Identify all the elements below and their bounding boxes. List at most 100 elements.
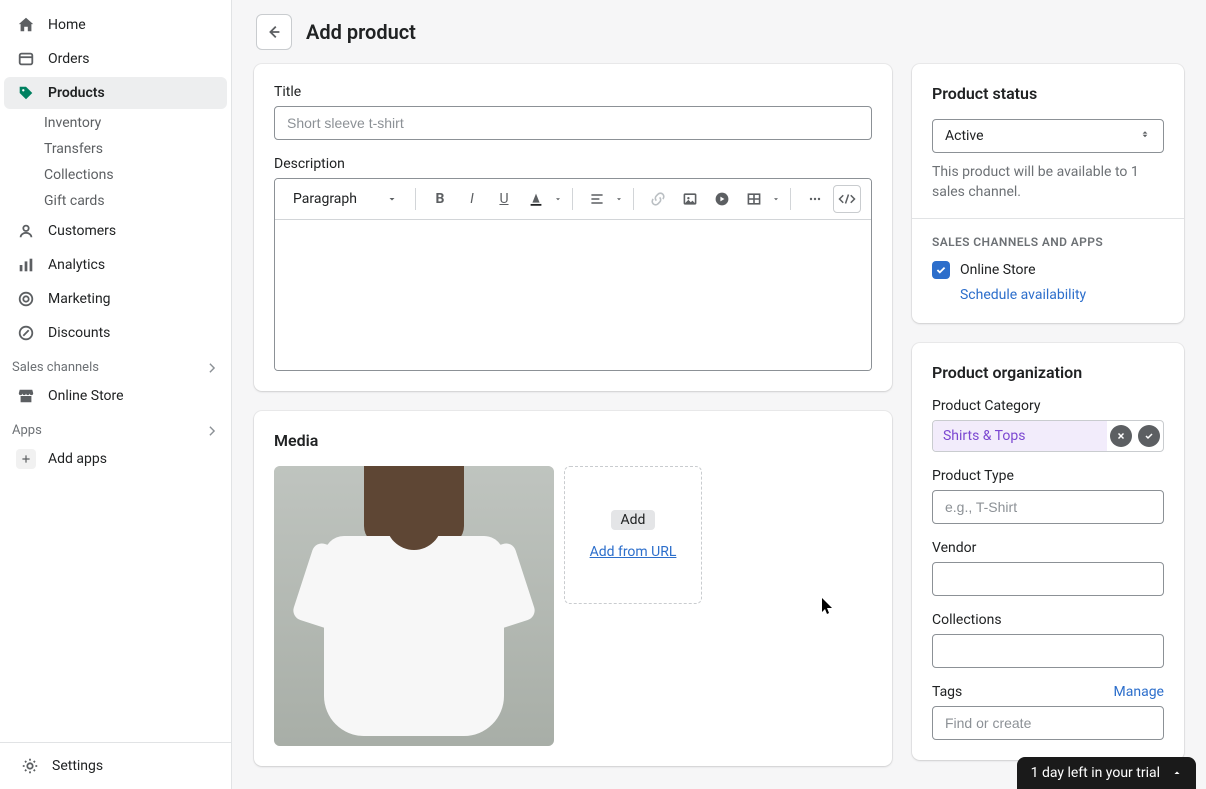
products-icon — [16, 83, 36, 103]
nav-products[interactable]: Products — [4, 77, 227, 109]
media-thumbnail[interactable] — [274, 466, 554, 746]
nav-gift-cards[interactable]: Gift cards — [0, 188, 231, 214]
title-input[interactable] — [274, 106, 872, 140]
vendor-input[interactable] — [932, 562, 1164, 596]
tags-input[interactable] — [932, 706, 1164, 740]
title-description-card: Title Description Paragraph — [254, 64, 892, 391]
nav-products-label: Products — [48, 85, 105, 101]
caret-down-icon — [387, 194, 397, 204]
product-type-input[interactable] — [932, 490, 1164, 524]
sales-channels-header[interactable]: Sales channels — [0, 350, 231, 379]
product-organization-card: Product organization Product Category Sh… — [912, 343, 1184, 760]
trial-text: 1 day left in your trial — [1031, 765, 1160, 781]
html-button[interactable] — [833, 185, 861, 213]
media-dropzone[interactable]: Add Add from URL — [564, 466, 702, 604]
underline-button[interactable]: U — [490, 185, 518, 213]
confirm-category-button[interactable] — [1138, 425, 1160, 447]
store-icon — [16, 386, 36, 406]
online-store-checkbox[interactable] — [932, 261, 950, 279]
video-button[interactable] — [708, 185, 736, 213]
analytics-icon — [16, 255, 36, 275]
nav-orders[interactable]: Orders — [4, 43, 227, 75]
nav-customers[interactable]: Customers — [4, 215, 227, 247]
caret-down-icon — [615, 195, 623, 203]
product-organization-heading: Product organization — [932, 363, 1164, 382]
back-button[interactable] — [256, 14, 292, 50]
category-value[interactable]: Shirts & Tops — [933, 421, 1107, 451]
nav-discounts[interactable]: Discounts — [4, 317, 227, 349]
collections-label: Collections — [932, 612, 1164, 628]
nav-marketing-label: Marketing — [48, 291, 111, 307]
trial-banner[interactable]: 1 day left in your trial — [1017, 757, 1196, 789]
discounts-icon — [16, 323, 36, 343]
gear-icon — [20, 756, 40, 776]
channels-subheading: SALES CHANNELS AND APPS — [932, 235, 1164, 249]
caret-up-icon — [1172, 768, 1182, 778]
manage-tags-link[interactable]: Manage — [1114, 684, 1164, 700]
nav-inventory[interactable]: Inventory — [0, 110, 231, 136]
nav-analytics[interactable]: Analytics — [4, 249, 227, 281]
marketing-icon — [16, 289, 36, 309]
more-button[interactable] — [801, 185, 829, 213]
caret-down-icon — [554, 195, 562, 203]
customers-icon — [16, 221, 36, 241]
nav-customers-label: Customers — [48, 223, 116, 239]
page-title: Add product — [306, 20, 416, 44]
bold-button[interactable]: B — [426, 185, 454, 213]
description-textarea[interactable] — [275, 220, 871, 370]
apps-header[interactable]: Apps — [0, 413, 231, 442]
product-status-heading: Product status — [932, 84, 1164, 103]
orders-icon — [16, 49, 36, 69]
vendor-label: Vendor — [932, 540, 1164, 556]
apps-label: Apps — [12, 423, 42, 438]
editor-toolbar: Paragraph B I U — [275, 179, 871, 220]
nav-settings-label: Settings — [52, 758, 103, 774]
select-caret-icon — [1139, 130, 1151, 142]
sales-channels-label: Sales channels — [12, 360, 99, 375]
media-heading: Media — [274, 431, 872, 450]
image-button[interactable] — [676, 185, 704, 213]
chevron-right-icon — [205, 424, 219, 438]
italic-button[interactable]: I — [458, 185, 486, 213]
nav-home[interactable]: Home — [4, 9, 227, 41]
nav-online-store[interactable]: Online Store — [4, 380, 227, 412]
clear-category-button[interactable] — [1110, 425, 1132, 447]
description-editor: Paragraph B I U — [274, 178, 872, 371]
link-button[interactable] — [644, 185, 672, 213]
nav-discounts-label: Discounts — [48, 325, 110, 341]
tags-label: Tags — [932, 684, 962, 700]
page-header: Add product — [254, 8, 1184, 64]
text-color-button[interactable] — [522, 185, 550, 213]
status-value: Active — [945, 128, 984, 144]
description-label: Description — [274, 156, 872, 172]
main-content: Add product Title Description P — [232, 0, 1206, 789]
nav-add-apps-label: Add apps — [48, 451, 107, 467]
media-card: Media Add — [254, 411, 892, 766]
product-status-card: Product status Active This product will … — [912, 64, 1184, 323]
status-select[interactable]: Active — [932, 119, 1164, 153]
nav-add-apps[interactable]: Add apps — [4, 443, 227, 475]
online-store-label: Online Store — [960, 262, 1036, 278]
nav-marketing[interactable]: Marketing — [4, 283, 227, 315]
add-from-url-link[interactable]: Add from URL — [590, 544, 677, 560]
plus-square-icon — [16, 449, 36, 469]
add-media-button[interactable]: Add — [611, 510, 656, 530]
schedule-availability-link[interactable]: Schedule availability — [960, 287, 1086, 303]
sidebar: Home Orders Products Inventory Transfers… — [0, 0, 232, 789]
align-button[interactable] — [583, 185, 611, 213]
status-help-text: This product will be available to 1 sale… — [932, 163, 1164, 202]
product-type-label: Product Type — [932, 468, 1164, 484]
category-label: Product Category — [932, 398, 1164, 414]
nav-settings[interactable]: Settings — [8, 750, 223, 782]
nav-collections[interactable]: Collections — [0, 162, 231, 188]
nav-home-label: Home — [48, 17, 86, 33]
table-button[interactable] — [740, 185, 768, 213]
paragraph-dropdown[interactable]: Paragraph — [285, 187, 405, 211]
paragraph-label: Paragraph — [293, 191, 357, 207]
home-icon — [16, 15, 36, 35]
nav-transfers[interactable]: Transfers — [0, 136, 231, 162]
collections-input[interactable] — [932, 634, 1164, 668]
category-pill: Shirts & Tops — [932, 420, 1164, 452]
caret-down-icon — [772, 195, 780, 203]
nav-orders-label: Orders — [48, 51, 90, 67]
